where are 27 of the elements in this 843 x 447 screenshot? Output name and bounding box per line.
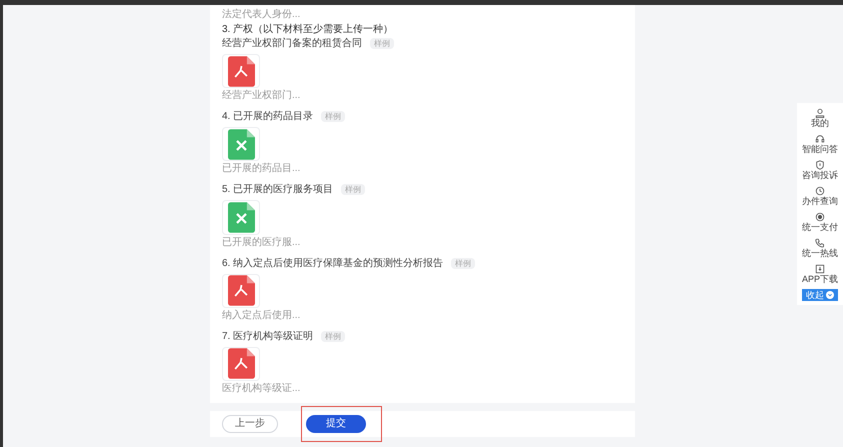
- sidebar-link[interactable]: 统一支付: [802, 222, 838, 233]
- sidebar-link[interactable]: 办件查询: [802, 196, 838, 207]
- sample-tag: 样例: [321, 111, 346, 122]
- file-caption: 已开展的医疗服...: [222, 236, 302, 249]
- sample-tag: 样例: [370, 38, 394, 49]
- submit-button[interactable]: 提交: [306, 415, 366, 433]
- item-title: 5. 已开展的医疗服务项目: [222, 183, 334, 196]
- sidebar-link[interactable]: 咨询投诉: [802, 170, 838, 181]
- sidebar-link[interactable]: 智能问答: [802, 144, 838, 155]
- item-title: 经营产业权部门备案的租赁合同: [222, 37, 362, 50]
- file-caption: 经营产业权部门...: [222, 90, 302, 102]
- sample-tag: 样例: [321, 330, 346, 342]
- file-caption: 纳入定点后使用...: [222, 310, 302, 322]
- sidebar-link[interactable]: 我的: [811, 118, 829, 129]
- file-caption: 法定代表人身份...: [222, 9, 302, 21]
- item-title: 7. 医疗机构等级证明: [222, 330, 314, 343]
- item-title: 6. 纳入定点后使用医疗保障基金的预测性分析报告: [222, 256, 444, 270]
- sample-tag: 样例: [451, 258, 476, 269]
- sample-tag: 样例: [341, 184, 366, 196]
- item-title: 4. 已开展的药品目录: [222, 110, 314, 124]
- previous-button[interactable]: 上一步: [222, 415, 278, 433]
- file-caption: 已开展的药品目...: [222, 163, 302, 176]
- file-caption: 医疗机构等级证...: [222, 383, 302, 396]
- sidebar-link[interactable]: 统一热线: [802, 248, 838, 259]
- sidebar-link[interactable]: APP下载: [802, 274, 838, 285]
- section-title: 3. 产权（以下材料至少需要上传一种）: [222, 23, 394, 36]
- collapse-button[interactable]: 收起: [802, 289, 838, 301]
